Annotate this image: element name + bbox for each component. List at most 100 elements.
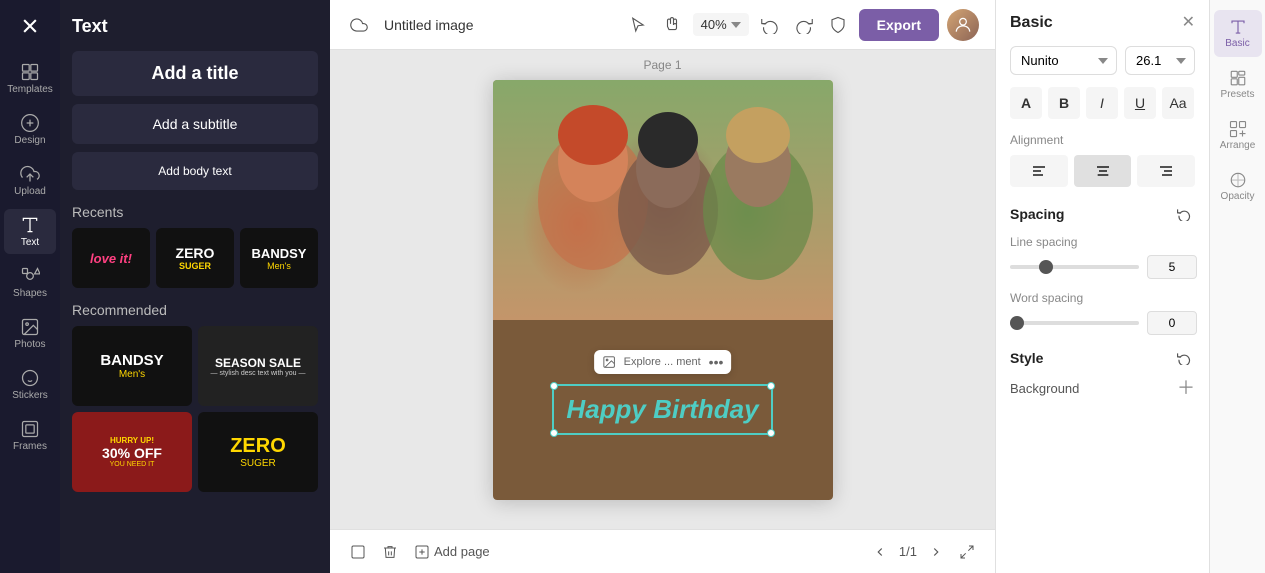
zoom-control[interactable]: 40% xyxy=(693,13,749,36)
align-right-button[interactable] xyxy=(1137,155,1195,187)
text-panel-title: Text xyxy=(72,16,318,37)
recommended-item-zero-big[interactable]: ZERO SUGER xyxy=(198,412,318,492)
sidebar-item-text[interactable]: Text xyxy=(4,209,56,254)
add-subtitle-button[interactable]: Add a subtitle xyxy=(72,104,318,144)
page-counter: 1/1 xyxy=(899,544,917,559)
add-title-button[interactable]: Add a title xyxy=(72,51,318,96)
font-row: Nunito 26.1 xyxy=(1010,46,1195,75)
line-spacing-slider[interactable] xyxy=(1010,265,1139,269)
line-spacing-value[interactable]: 5 xyxy=(1147,255,1197,279)
shapes-label: Shapes xyxy=(13,288,47,299)
recent-item-bandsy[interactable]: BANDSY Men's xyxy=(240,228,318,288)
recommended-item-bandsy-mens[interactable]: BANDSY Men's xyxy=(72,326,192,406)
handle-br[interactable] xyxy=(767,429,775,437)
cloud-save-icon[interactable] xyxy=(346,12,372,38)
undo-button[interactable] xyxy=(757,12,783,38)
align-left-button[interactable] xyxy=(1010,155,1068,187)
font-size-select[interactable]: 26.1 xyxy=(1125,46,1195,75)
more-icon[interactable]: ••• xyxy=(709,354,724,370)
redo-button[interactable] xyxy=(791,12,817,38)
spacing-header: Spacing xyxy=(1010,203,1195,225)
canvas-area: Untitled image 40% Export xyxy=(330,0,995,573)
add-background-button[interactable]: ＋ xyxy=(1177,379,1195,397)
tab-presets-label: Presets xyxy=(1221,89,1255,100)
user-avatar[interactable] xyxy=(947,9,979,41)
word-spacing-label: Word spacing xyxy=(1010,291,1195,305)
sidebar-item-shapes[interactable]: Shapes xyxy=(4,260,56,305)
tab-arrange[interactable]: Arrange xyxy=(1214,112,1262,159)
top-bar-actions: 40% Export xyxy=(625,9,979,41)
birthday-text-box[interactable]: Explore ... ment ••• Happy Birthday xyxy=(552,384,772,435)
explore-text: Explore ... ment xyxy=(624,356,701,368)
stickers-label: Stickers xyxy=(12,390,48,401)
recent-item-love-it[interactable]: love it! xyxy=(72,228,150,288)
upload-label: Upload xyxy=(14,186,46,197)
format-case-button[interactable]: Aa xyxy=(1162,87,1194,119)
sidebar-item-frames[interactable]: Frames xyxy=(4,413,56,458)
prev-page-button[interactable] xyxy=(869,541,891,563)
people-svg xyxy=(493,80,833,320)
sidebar-item-stickers[interactable]: Stickers xyxy=(4,362,56,407)
top-bar: Untitled image 40% Export xyxy=(330,0,995,50)
format-underline-button[interactable]: U xyxy=(1124,87,1156,119)
tab-opacity[interactable]: Opacity xyxy=(1214,163,1262,210)
word-spacing-row: Word spacing 0 xyxy=(1010,291,1195,335)
canvas-frame[interactable]: Explore ... ment ••• Happy Birthday xyxy=(493,80,833,500)
page-navigation: 1/1 xyxy=(869,540,979,564)
sidebar-item-upload[interactable]: Upload xyxy=(4,158,56,203)
tab-opacity-label: Opacity xyxy=(1221,191,1255,202)
expand-icon[interactable] xyxy=(955,540,979,564)
font-family-select[interactable]: Nunito xyxy=(1010,46,1117,75)
background-label: Background xyxy=(1010,381,1079,396)
frame-icon[interactable] xyxy=(346,540,370,564)
add-page-button[interactable]: Add page xyxy=(410,540,494,564)
word-spacing-value[interactable]: 0 xyxy=(1147,311,1197,335)
background-row: Background ＋ xyxy=(1010,379,1195,397)
select-tool-icon[interactable] xyxy=(625,12,651,38)
canvas-bottom-area: Explore ... ment ••• Happy Birthday xyxy=(493,320,833,500)
logo-button[interactable] xyxy=(4,10,56,42)
handle-tl[interactable] xyxy=(550,382,558,390)
hand-tool-icon[interactable] xyxy=(659,12,685,38)
sidebar-item-design[interactable]: Design xyxy=(4,107,56,152)
page-label: Page 1 xyxy=(643,58,681,72)
tab-presets[interactable]: Presets xyxy=(1214,61,1262,108)
handle-bl[interactable] xyxy=(550,429,558,437)
sidebar-item-photos[interactable]: Photos xyxy=(4,311,56,356)
add-body-button[interactable]: Add body text xyxy=(72,152,318,190)
reset-style-button[interactable] xyxy=(1173,347,1195,369)
format-bold-button[interactable]: B xyxy=(1048,87,1080,119)
recommended-grid: BANDSY Men's SEASON SALE — stylish desc … xyxy=(72,326,318,492)
recent-item-zero-suger[interactable]: ZERO SUGER xyxy=(156,228,234,288)
panel-header: Basic ✕ xyxy=(1010,14,1195,32)
templates-label: Templates xyxy=(7,84,53,95)
export-button[interactable]: Export xyxy=(859,9,939,41)
spacing-title: Spacing xyxy=(1010,206,1064,222)
alignment-row xyxy=(1010,155,1195,187)
panel-title: Basic xyxy=(1010,14,1053,32)
canvas-image xyxy=(493,80,833,320)
recents-section-title: Recents xyxy=(72,204,318,220)
shield-icon[interactable] xyxy=(825,12,851,38)
left-sidebar: Templates Design Upload Text Shapes Phot… xyxy=(0,0,60,573)
format-italic-button[interactable]: I xyxy=(1086,87,1118,119)
bottom-bar: Add page 1/1 xyxy=(330,529,995,573)
recommended-item-season-sale[interactable]: SEASON SALE — stylish desc text with you… xyxy=(198,326,318,406)
tab-arrange-label: Arrange xyxy=(1220,140,1256,151)
text-label: Text xyxy=(21,237,39,248)
word-spacing-slider[interactable] xyxy=(1010,321,1139,325)
close-panel-button[interactable]: ✕ xyxy=(1182,15,1195,31)
handle-tr[interactable] xyxy=(767,382,775,390)
zoom-value: 40% xyxy=(701,17,727,32)
format-color-button[interactable]: A xyxy=(1010,87,1042,119)
sidebar-item-templates[interactable]: Templates xyxy=(4,56,56,101)
reset-spacing-button[interactable] xyxy=(1173,203,1195,225)
text-panel: Text Add a title Add a subtitle Add body… xyxy=(60,0,330,573)
delete-icon[interactable] xyxy=(378,540,402,564)
tab-basic[interactable]: Basic xyxy=(1214,10,1262,57)
line-spacing-row: Line spacing 5 xyxy=(1010,235,1195,279)
design-label: Design xyxy=(14,135,45,146)
recommended-item-hurry-up[interactable]: HURRY UP! 30% OFF YOU NEED IT xyxy=(72,412,192,492)
next-page-button[interactable] xyxy=(925,541,947,563)
align-center-button[interactable] xyxy=(1074,155,1132,187)
